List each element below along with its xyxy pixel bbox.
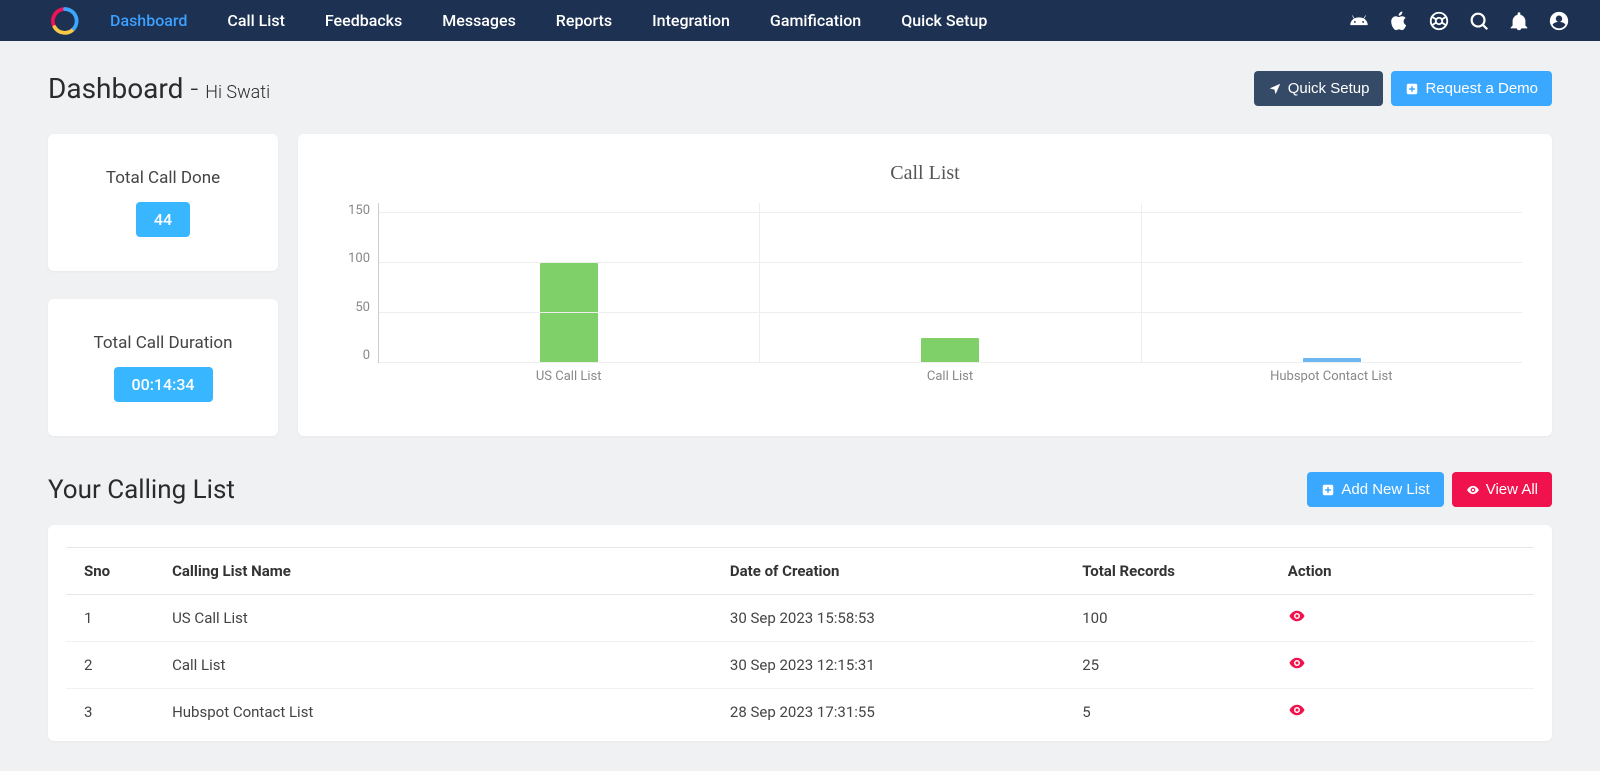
request-demo-button[interactable]: Request a Demo	[1391, 71, 1552, 106]
page-header: Dashboard - Hi Swati Quick Setup Request…	[48, 71, 1552, 106]
total-call-done-value: 44	[136, 202, 190, 237]
table-row: 2Call List30 Sep 2023 12:15:3125	[66, 642, 1534, 689]
view-all-button[interactable]: View All	[1452, 472, 1552, 507]
x-tick: US Call List	[378, 363, 759, 384]
calling-list-table-card: SnoCalling List NameDate of CreationTota…	[48, 525, 1552, 741]
android-icon[interactable]	[1348, 10, 1370, 32]
table-row: 3Hubspot Contact List28 Sep 2023 17:31:5…	[66, 689, 1534, 736]
chart-area: 150 100 50 0	[328, 203, 1522, 363]
total-call-duration-value: 00:14:34	[114, 367, 213, 402]
nav-right-icons	[1348, 10, 1570, 32]
table-header-cell: Action	[1270, 548, 1534, 595]
table-cell-sno: 2	[66, 642, 154, 689]
nav-item-gamification[interactable]: Gamification	[770, 11, 861, 30]
table-header-cell: Total Records	[1064, 548, 1270, 595]
total-call-done-label: Total Call Done	[64, 168, 262, 188]
page-title: Dashboard - Hi Swati	[48, 72, 270, 105]
table-cell-records: 100	[1064, 595, 1270, 642]
total-call-duration-card: Total Call Duration 00:14:34	[48, 299, 278, 436]
plus-square-icon	[1405, 82, 1419, 96]
calling-list-table: SnoCalling List NameDate of CreationTota…	[66, 547, 1534, 735]
brand-logo[interactable]	[48, 6, 82, 36]
table-cell-action	[1270, 642, 1534, 689]
table-cell-records: 25	[1064, 642, 1270, 689]
quick-setup-button[interactable]: Quick Setup	[1254, 71, 1384, 106]
table-header-cell: Sno	[66, 548, 154, 595]
table-cell-date: 30 Sep 2023 12:15:31	[712, 642, 1064, 689]
location-arrow-icon	[1268, 82, 1282, 96]
page-title-text: Dashboard	[48, 72, 183, 105]
view-row-icon[interactable]	[1288, 611, 1306, 629]
nav-item-messages[interactable]: Messages	[442, 11, 516, 30]
table-row: 1US Call List30 Sep 2023 15:58:53100	[66, 595, 1534, 642]
bar-slot	[379, 203, 760, 363]
view-row-icon[interactable]	[1288, 705, 1306, 723]
nav-item-feedbacks[interactable]: Feedbacks	[325, 11, 402, 30]
table-header-cell: Date of Creation	[712, 548, 1064, 595]
table-header-row: SnoCalling List NameDate of CreationTota…	[66, 548, 1534, 595]
table-cell-records: 5	[1064, 689, 1270, 736]
total-call-done-card: Total Call Done 44	[48, 134, 278, 271]
calling-list-title: Your Calling List	[48, 475, 235, 505]
add-new-list-button[interactable]: Add New List	[1307, 472, 1443, 507]
plus-square-icon	[1321, 483, 1335, 497]
table-cell-name: Hubspot Contact List	[154, 689, 712, 736]
chart-plot	[378, 203, 1522, 363]
view-row-icon[interactable]	[1288, 658, 1306, 676]
y-tick: 150	[348, 203, 370, 218]
y-tick: 100	[348, 251, 370, 266]
chart-bar[interactable]	[921, 338, 979, 363]
nav-item-integration[interactable]: Integration	[652, 11, 730, 30]
chart-bar[interactable]	[540, 263, 598, 363]
bar-slot	[760, 203, 1141, 363]
table-cell-action	[1270, 595, 1534, 642]
table-cell-date: 28 Sep 2023 17:31:55	[712, 689, 1064, 736]
calling-list-header: Your Calling List Add New List View All	[48, 472, 1552, 507]
nav-item-reports[interactable]: Reports	[556, 11, 612, 30]
table-cell-sno: 3	[66, 689, 154, 736]
search-icon[interactable]	[1468, 10, 1490, 32]
table-body: 1US Call List30 Sep 2023 15:58:531002Cal…	[66, 595, 1534, 736]
request-demo-label: Request a Demo	[1425, 80, 1538, 97]
greeting: Hi Swati	[205, 82, 270, 103]
nav-item-dashboard[interactable]: Dashboard	[110, 11, 187, 30]
table-cell-sno: 1	[66, 595, 154, 642]
y-tick: 50	[355, 300, 370, 315]
table-cell-name: US Call List	[154, 595, 712, 642]
nav-item-call-list[interactable]: Call List	[227, 11, 284, 30]
apple-icon[interactable]	[1388, 10, 1410, 32]
bar-slot	[1142, 203, 1522, 363]
y-tick: 0	[363, 348, 370, 363]
support-icon[interactable]	[1428, 10, 1450, 32]
bell-icon[interactable]	[1508, 10, 1530, 32]
quick-setup-label: Quick Setup	[1288, 80, 1370, 97]
nav-items: Dashboard Call List Feedbacks Messages Repor…	[110, 0, 987, 41]
table-header-cell: Calling List Name	[154, 548, 712, 595]
eye-icon	[1466, 483, 1480, 497]
x-tick: Call List	[759, 363, 1140, 384]
user-icon[interactable]	[1548, 10, 1570, 32]
chart-x-axis: US Call ListCall ListHubspot Contact Lis…	[378, 363, 1522, 384]
nav-item-quick-setup[interactable]: Quick Setup	[901, 11, 987, 30]
chart-title: Call List	[328, 162, 1522, 185]
view-all-label: View All	[1486, 481, 1538, 498]
table-cell-name: Call List	[154, 642, 712, 689]
x-tick: Hubspot Contact List	[1141, 363, 1522, 384]
table-cell-action	[1270, 689, 1534, 736]
add-new-list-label: Add New List	[1341, 481, 1429, 498]
table-cell-date: 30 Sep 2023 15:58:53	[712, 595, 1064, 642]
chart-y-axis: 150 100 50 0	[328, 203, 378, 363]
total-call-duration-label: Total Call Duration	[64, 333, 262, 353]
call-list-chart-card: Call List 150100500 US Call ListCall Lis…	[298, 134, 1552, 436]
top-navbar: Dashboard Call List Feedbacks Messages Repor…	[0, 0, 1600, 41]
